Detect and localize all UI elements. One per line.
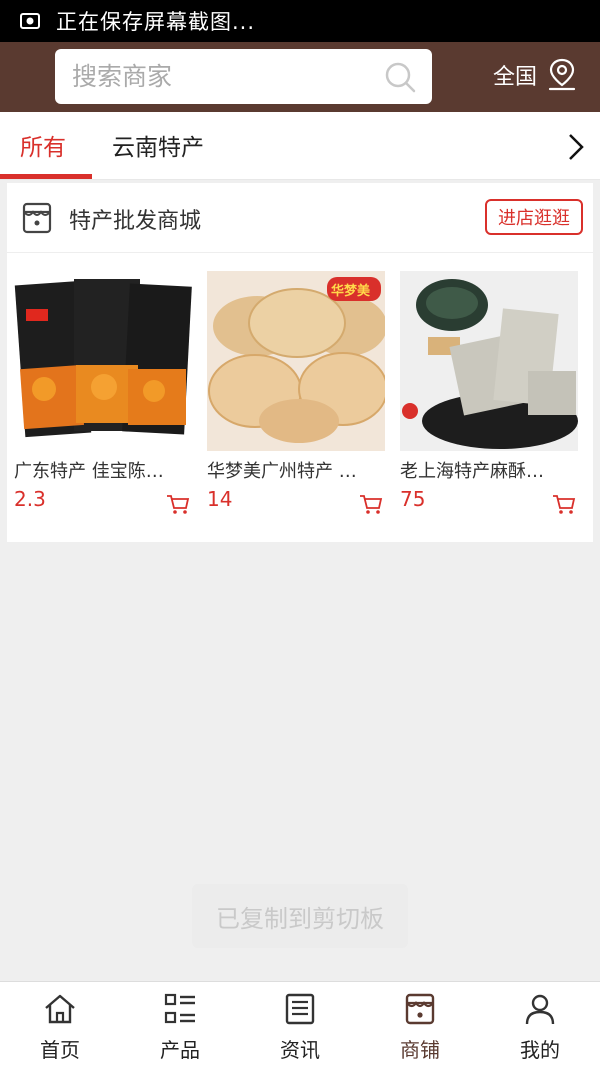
enter-shop-button[interactable]: 进店逛逛 [485, 199, 583, 235]
nav-label: 商铺 [400, 1038, 440, 1062]
product-image[interactable]: 华梦美 [207, 271, 385, 451]
region-selector[interactable]: 全国 [493, 58, 577, 92]
product-card[interactable]: 老上海特产麻酥… 75 [400, 271, 578, 514]
cart-icon[interactable] [166, 493, 190, 515]
search-input[interactable] [72, 49, 372, 104]
tab-all[interactable]: 所有 [20, 128, 66, 162]
cart-icon[interactable] [359, 493, 383, 515]
category-tabs: 所有 云南特产 [0, 112, 600, 180]
nav-label: 产品 [160, 1038, 200, 1062]
search-icon[interactable] [384, 61, 416, 93]
product-card[interactable]: 广东特产 佳宝陈… 2.3 [14, 271, 192, 514]
nav-home[interactable]: 首页 [0, 992, 120, 1063]
product-name: 广东特产 佳宝陈… [14, 461, 164, 482]
product-image[interactable] [14, 271, 192, 451]
product-name: 华梦美广州特产 … [207, 461, 357, 482]
product-name: 老上海特产麻酥… [400, 461, 544, 482]
chevron-right-icon[interactable] [565, 132, 587, 162]
shop-name: 特产批发商城 [69, 209, 202, 234]
copied-toast: 已复制到剪切板 [192, 884, 408, 948]
cart-icon[interactable] [552, 493, 576, 515]
status-bar: 正在保存屏幕截图... [0, 0, 600, 42]
screenshot-icon [20, 13, 40, 29]
active-tab-indicator [0, 174, 92, 179]
nav-store[interactable]: 商铺 [360, 992, 480, 1063]
search-box[interactable] [55, 49, 432, 104]
product-card[interactable]: 华梦美 华梦美广州特产 … 14 [207, 271, 385, 514]
grid-list-icon [164, 993, 195, 1024]
store-icon [405, 993, 435, 1025]
store-icon [22, 202, 52, 234]
shop-card: 特产批发商城 进店逛逛 广东特产 佳宝陈… 2.3 华梦美 华梦美广州特产 … … [7, 183, 593, 542]
nav-products[interactable]: 产品 [120, 992, 240, 1063]
nav-label: 首页 [40, 1038, 80, 1062]
tab-yunnan-specialty[interactable]: 云南特产 [112, 128, 204, 162]
status-text: 正在保存屏幕截图... [56, 10, 256, 34]
app-header: 全国 [0, 42, 600, 112]
nav-news[interactable]: 资讯 [240, 992, 360, 1063]
region-label: 全国 [493, 65, 538, 90]
news-icon [285, 993, 315, 1025]
nav-me[interactable]: 我的 [480, 992, 600, 1063]
bottom-nav: 首页 产品 资讯 商铺 我的 [0, 981, 600, 1067]
shop-header[interactable]: 特产批发商城 进店逛逛 [7, 183, 593, 253]
home-icon [45, 994, 75, 1024]
brand-tag: 华梦美 [331, 284, 371, 299]
nav-label: 我的 [520, 1038, 560, 1062]
product-image[interactable] [400, 271, 578, 451]
nav-label: 资讯 [280, 1038, 320, 1062]
location-pin-icon [548, 58, 576, 91]
user-icon [525, 994, 555, 1025]
